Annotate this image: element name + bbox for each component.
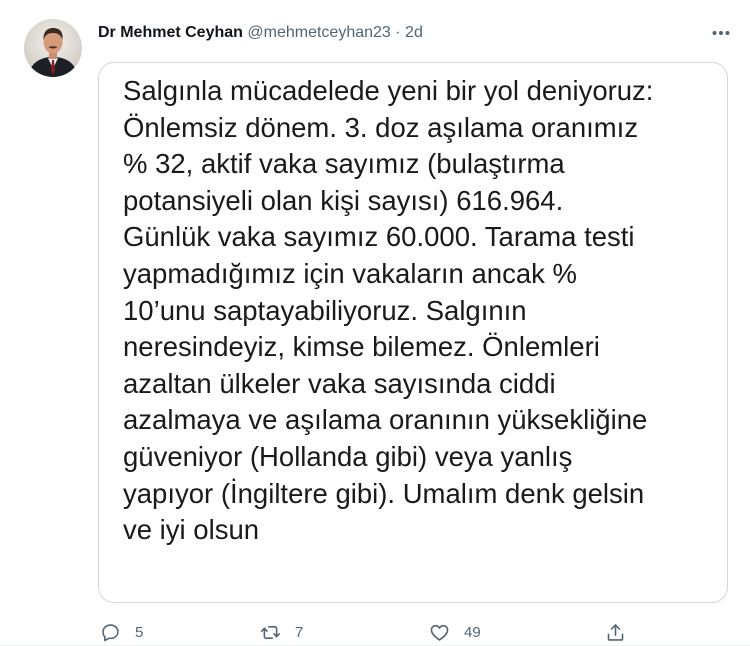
share-button[interactable]	[605, 618, 626, 646]
tweet-timestamp[interactable]: 2d	[405, 24, 423, 41]
reply-count: 5	[135, 623, 144, 641]
more-dots-icon	[712, 31, 730, 35]
retweet-button[interactable]: 7	[260, 618, 303, 646]
author-name[interactable]: Dr Mehmet Ceyhan	[98, 24, 243, 41]
share-icon	[607, 623, 624, 641]
separator-dot: ·	[395, 24, 401, 41]
heart-icon	[430, 624, 449, 641]
like-button[interactable]: 49	[429, 618, 481, 646]
avatar[interactable]	[24, 19, 82, 77]
image-text: Salgınla mücadelede yeni bir yol deniyor…	[123, 75, 654, 546]
tweet[interactable]: Dr Mehmet Ceyhan @mehmetceyhan23 · 2d Sa…	[0, 0, 750, 646]
reply-button[interactable]: 5	[100, 618, 143, 646]
like-count: 49	[464, 623, 481, 641]
tweet-image[interactable]: Salgınla mücadelede yeni bir yol deniyor…	[98, 62, 728, 603]
retweet-icon	[260, 625, 281, 639]
tweet-actions: 5 7 49	[98, 618, 633, 646]
tweet-header: Dr Mehmet Ceyhan @mehmetceyhan23 · 2d	[98, 22, 726, 44]
avatar-photo	[28, 28, 78, 77]
more-options-button[interactable]	[710, 22, 732, 44]
reply-icon	[102, 623, 119, 641]
retweet-count: 7	[295, 623, 304, 641]
author-handle[interactable]: @mehmetceyhan23	[247, 24, 390, 41]
